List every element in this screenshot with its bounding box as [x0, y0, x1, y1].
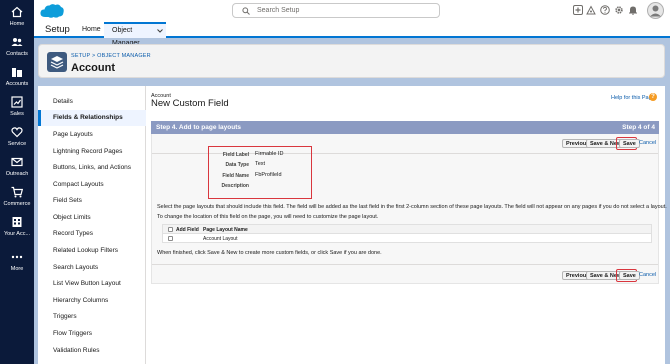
help-icon[interactable] — [600, 5, 610, 15]
rail-item-label: Service — [7, 141, 27, 147]
rail-item-label: Your Acc... — [3, 231, 31, 237]
sidebar-item-page-layouts[interactable]: Page Layouts — [38, 127, 146, 143]
your-account-icon — [12, 217, 22, 227]
customize-text: To change the location of this field on … — [157, 214, 379, 220]
chevron-down-icon[interactable] — [157, 29, 163, 33]
rail-item-more[interactable]: More — [0, 251, 34, 272]
step-form: Previous Save & New Save Cancel Field La… — [151, 134, 667, 284]
rail-item-label: Contacts — [6, 51, 28, 57]
cancel-link-top[interactable]: Cancel — [639, 140, 656, 146]
breadcrumb[interactable]: SETUP > OBJECT MANAGER — [71, 53, 151, 59]
app-nav-bar: Setup Home Object Manager — [34, 22, 670, 47]
object-manager-sidebar: Details Fields & Relationships Page Layo… — [38, 86, 146, 364]
step-header: Step 4. Add to page layouts Step 4 of 4 — [151, 121, 659, 134]
rail-item-accounts[interactable]: Accounts — [0, 66, 34, 87]
sidebar-item-triggers[interactable]: Triggers — [38, 309, 146, 325]
data-type-value: Text — [255, 161, 266, 167]
sidebar-item-record-types[interactable]: Record Types — [38, 226, 146, 242]
data-type-label: Data Type — [225, 162, 249, 168]
outreach-icon — [11, 157, 23, 167]
tab-object-manager[interactable]: Object Manager — [104, 22, 166, 47]
save-button-bottom[interactable]: Save — [619, 271, 640, 280]
sidebar-item-validation-rules[interactable]: Validation Rules — [38, 343, 146, 359]
select-all-checkbox[interactable] — [168, 227, 173, 232]
rail-item-outreach[interactable]: Outreach — [0, 156, 34, 177]
col-page-layout-name: Page Layout Name — [203, 226, 248, 233]
sidebar-item-field-sets[interactable]: Field Sets — [38, 193, 146, 209]
page-title: Account — [71, 62, 115, 74]
save-button-top[interactable]: Save — [619, 139, 640, 148]
help-icon[interactable]: ? — [649, 93, 657, 101]
sidebar-item-lightning-record-pages[interactable]: Lightning Record Pages — [38, 144, 146, 160]
search-placeholder: Search Setup — [257, 7, 300, 14]
main-content: Account New Custom Field Help for this P… — [146, 86, 667, 364]
field-name-label: Field Name — [222, 173, 249, 179]
sidebar-item-details[interactable]: Details — [38, 94, 146, 110]
rail-item-label: Accounts — [5, 81, 29, 87]
finish-text: When finished, click Save & New to creat… — [157, 250, 382, 256]
instruction-text: Select the page layouts that should incl… — [157, 204, 667, 210]
sidebar-item-buttons-links-actions[interactable]: Buttons, Links, and Actions — [38, 160, 146, 176]
app-launcher-icon[interactable] — [37, 26, 44, 33]
gear-icon[interactable] — [614, 5, 624, 15]
avatar[interactable] — [647, 2, 664, 19]
page-header: SETUP > OBJECT MANAGER Account — [38, 44, 665, 78]
page-layout-table: Add Field Page Layout Name Account Layou… — [162, 224, 652, 243]
commerce-icon — [11, 186, 23, 198]
description-label: Description — [221, 183, 249, 189]
step-count: Step 4 of 4 — [622, 124, 655, 131]
home-icon — [11, 6, 23, 18]
sales-icon — [11, 96, 23, 108]
rail-item-commerce[interactable]: Commerce — [0, 186, 34, 207]
layout-checkbox[interactable] — [168, 236, 173, 241]
more-icon — [11, 255, 23, 259]
cancel-link-bottom[interactable]: Cancel — [639, 272, 656, 278]
step-title: Step 4. Add to page layouts — [156, 124, 241, 131]
object-manager-icon — [47, 52, 67, 72]
sidebar-item-flow-triggers[interactable]: Flow Triggers — [38, 326, 146, 342]
field-label-label: Field Label — [222, 152, 249, 158]
bell-icon[interactable] — [628, 5, 638, 15]
rail-item-home[interactable]: Home — [0, 6, 34, 27]
rail-item-sales[interactable]: Sales — [0, 96, 34, 117]
trailhead-icon[interactable] — [586, 5, 596, 15]
sidebar-item-hierarchy-columns[interactable]: Hierarchy Columns — [38, 293, 146, 309]
col-add-field: Add Field — [176, 226, 199, 233]
layout-name: Account Layout — [203, 235, 238, 242]
service-icon — [11, 127, 23, 138]
accounts-icon — [12, 68, 22, 77]
field-label-value: Firmable ID — [255, 151, 284, 157]
field-summary: Field Label Firmable ID Data Type Text F… — [208, 146, 312, 199]
search-icon — [242, 7, 250, 15]
contacts-icon — [11, 38, 23, 46]
salesforce-logo[interactable] — [40, 3, 64, 19]
rail-item-label: Commerce — [3, 201, 31, 207]
sidebar-item-list-view-button-layout[interactable]: List View Button Layout — [38, 276, 146, 292]
global-header: Search Setup — [34, 0, 670, 22]
rail-item-label: More — [10, 266, 24, 272]
rail-item-service[interactable]: Service — [0, 126, 34, 147]
search-input[interactable]: Search Setup — [232, 3, 440, 18]
rail-item-label: Outreach — [5, 171, 29, 177]
sidebar-item-related-lookup-filters[interactable]: Related Lookup Filters — [38, 243, 146, 259]
rail-item-contacts[interactable]: Contacts — [0, 36, 34, 57]
sidebar-item-fields-relationships[interactable]: Fields & Relationships — [38, 110, 146, 126]
rail-item-label: Sales — [10, 111, 24, 117]
rail-item-label: Home — [9, 21, 25, 27]
add-icon[interactable] — [573, 5, 583, 15]
sidebar-item-compact-layouts[interactable]: Compact Layouts — [38, 177, 146, 193]
page-heading: New Custom Field — [151, 98, 229, 109]
sidebar-item-object-limits[interactable]: Object Limits — [38, 210, 146, 226]
divider — [152, 264, 658, 265]
field-name-value: FbProfileId — [255, 172, 282, 178]
rail-item-your-account[interactable]: Your Acc... — [0, 216, 34, 237]
app-name: Setup — [45, 24, 70, 35]
global-nav-rail: Home Contacts Accounts Sales Service Out… — [0, 0, 34, 364]
table-header: Add Field Page Layout Name — [163, 225, 651, 234]
sidebar-item-search-layouts[interactable]: Search Layouts — [38, 260, 146, 276]
